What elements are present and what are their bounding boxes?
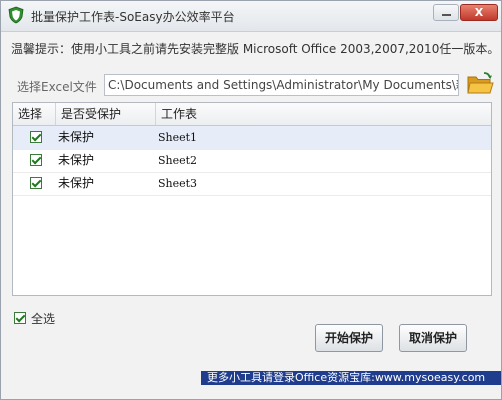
close-button[interactable]: X — [460, 4, 498, 21]
protect-status: 未保护 — [58, 130, 95, 144]
worksheet-grid: 选择 是否受保护 工作表 未保护 Sheet1 未保护 Sheet2 未保护 S… — [12, 102, 492, 296]
file-path-field[interactable]: C:\Documents and Settings\Administrator\… — [104, 74, 459, 96]
header-protected[interactable]: 是否受保护 — [56, 103, 156, 125]
title-bar: 批量保护工作表-SoEasy办公效率平台 X — [1, 1, 501, 32]
header-select[interactable]: 选择 — [13, 103, 56, 125]
protect-status: 未保护 — [58, 176, 95, 190]
sheet-name: Sheet3 — [158, 177, 198, 190]
window-title: 批量保护工作表-SoEasy办公效率平台 — [31, 10, 235, 24]
sheet-name: Sheet1 — [158, 131, 198, 144]
row-checkbox[interactable] — [30, 177, 42, 189]
header-worksheet[interactable]: 工作表 — [156, 103, 491, 125]
cancel-protect-button[interactable]: 取消保护 — [399, 324, 467, 352]
file-label: 选择Excel文件 — [17, 80, 97, 94]
minimize-button[interactable] — [433, 4, 459, 21]
select-all-checkbox[interactable] — [14, 312, 26, 324]
open-folder-icon[interactable] — [466, 71, 494, 97]
tip-text: 温馨提示：使用小工具之前请先安装完整版 Microsoft Office 200… — [11, 42, 500, 56]
footer-banner[interactable]: 更多小工具请登录Office资源宝库:www.mysoeasy.com — [201, 371, 501, 385]
sheet-name: Sheet2 — [158, 154, 198, 167]
select-all-label[interactable]: 全选 — [31, 310, 55, 327]
table-row[interactable]: 未保护 Sheet3 — [13, 172, 491, 196]
row-checkbox[interactable] — [30, 154, 42, 166]
shield-app-icon — [8, 6, 24, 24]
app-window: 批量保护工作表-SoEasy办公效率平台 X 温馨提示：使用小工具之前请先安装完… — [0, 0, 502, 400]
table-row[interactable]: 未保护 Sheet2 — [13, 149, 491, 173]
protect-status: 未保护 — [58, 153, 95, 167]
grid-header: 选择 是否受保护 工作表 — [13, 103, 491, 126]
row-checkbox[interactable] — [30, 131, 42, 143]
table-row[interactable]: 未保护 Sheet1 — [13, 126, 491, 150]
start-protect-button[interactable]: 开始保护 — [315, 324, 383, 352]
